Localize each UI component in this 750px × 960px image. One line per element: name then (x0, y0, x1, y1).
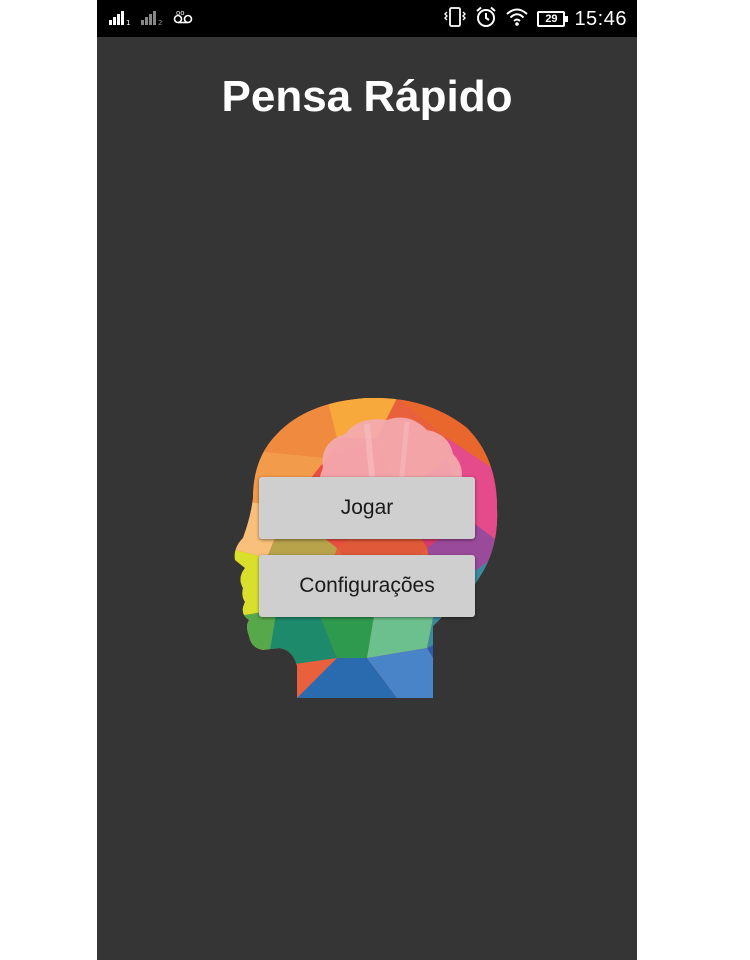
status-bar: 1 2 oo 29 15:46 (97, 0, 637, 37)
status-left-icons: 1 2 oo (109, 8, 193, 30)
phone-screen: 1 2 oo 29 15:46 Pensa Rápido Jogar Confi… (97, 0, 637, 960)
alarm-icon (475, 6, 497, 33)
head-brain-logo (227, 398, 507, 698)
svg-text:oo: oo (176, 9, 185, 17)
battery-icon: 29 (537, 11, 569, 27)
status-clock: 15:46 (574, 7, 627, 30)
svg-text:2: 2 (158, 19, 162, 25)
status-right-icons: 29 15:46 (444, 6, 627, 32)
wifi-icon (506, 7, 529, 32)
play-button[interactable]: Jogar (259, 477, 475, 539)
voicemail-icon: oo (173, 9, 193, 30)
settings-button[interactable]: Configurações (259, 555, 475, 617)
app-title: Pensa Rápido (221, 72, 513, 121)
signal-2-icon: 2 (141, 9, 163, 30)
signal-icon: 1 (109, 9, 131, 30)
svg-text:1: 1 (126, 19, 130, 25)
vibrate-icon (444, 6, 467, 33)
